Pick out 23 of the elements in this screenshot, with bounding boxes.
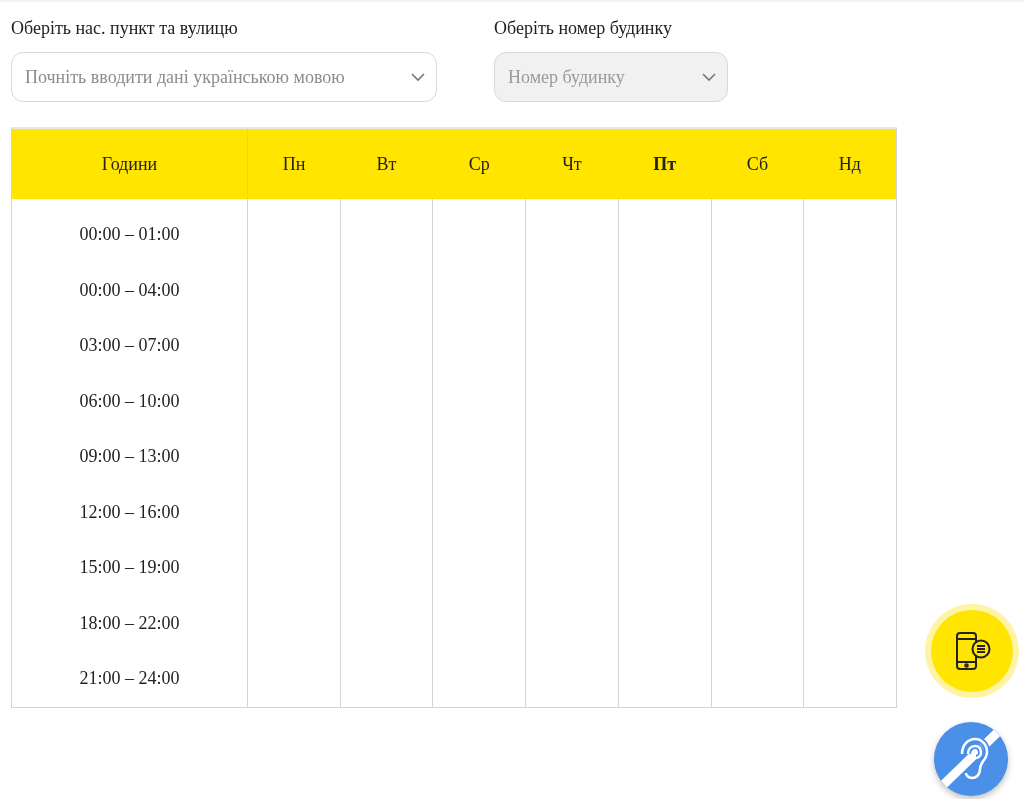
day-header: Сб	[711, 128, 804, 199]
hour-cell: 21:00 – 24:00	[11, 651, 248, 707]
accessibility-button[interactable]	[934, 722, 1008, 796]
hour-cell: 06:00 – 10:00	[11, 373, 248, 429]
day-header: Нд	[803, 128, 897, 199]
field-label: Оберіть номер будинку	[494, 18, 673, 39]
column-header: Години	[11, 128, 248, 199]
day-header: Вт	[340, 128, 433, 199]
chevron-down-icon	[410, 72, 426, 82]
hour-cell: 00:00 – 04:00	[11, 262, 248, 318]
day-header: Ср	[432, 128, 526, 199]
hour-cell: 18:00 – 22:00	[11, 595, 248, 651]
hour-cell: 00:00 – 01:00	[11, 199, 248, 263]
day-header: Пн	[247, 128, 341, 199]
hour-cell: 12:00 – 16:00	[11, 484, 248, 540]
hour-cell: 15:00 – 19:00	[11, 540, 248, 596]
hour-cell: 03:00 – 07:00	[11, 318, 248, 374]
hour-cell: 09:00 – 13:00	[11, 429, 248, 485]
day-header: Пт	[618, 128, 711, 199]
street-select[interactable]: Почніть вводити дані українською мовою	[11, 52, 437, 102]
day-header: Чт	[525, 128, 619, 199]
chevron-down-icon	[701, 72, 717, 82]
field-label: Оберіть нас. пункт та вулицю	[11, 18, 239, 39]
